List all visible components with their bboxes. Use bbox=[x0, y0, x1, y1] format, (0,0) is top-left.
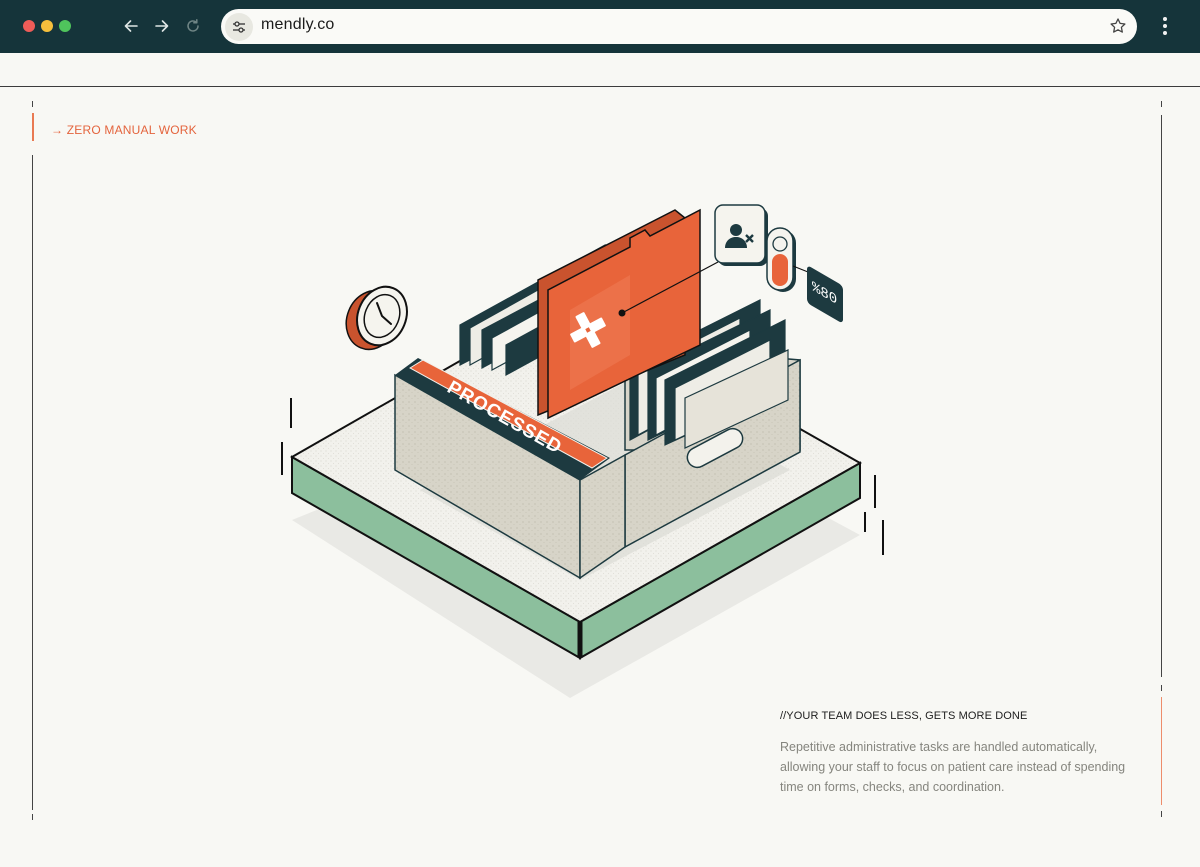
frame-left-tick-top bbox=[32, 101, 33, 107]
browser-toolbar: mendly.co bbox=[0, 0, 1200, 53]
reload-button[interactable] bbox=[181, 14, 205, 38]
arrow-right-icon bbox=[155, 20, 169, 32]
frame-left-tick-bottom bbox=[32, 814, 33, 820]
tune-icon bbox=[233, 21, 245, 33]
more-vertical-icon bbox=[1163, 17, 1167, 35]
frame-left-line bbox=[32, 155, 33, 810]
section-divider bbox=[0, 86, 1200, 87]
site-settings-button[interactable] bbox=[225, 13, 253, 41]
forward-button[interactable] bbox=[150, 14, 174, 38]
browser-menu-button[interactable] bbox=[1155, 14, 1175, 38]
tag-accent-bar bbox=[32, 113, 34, 141]
frame-right-line bbox=[1161, 115, 1162, 677]
percent-badge: %80 bbox=[807, 266, 843, 323]
section-body-text: Repetitive administrative tasks are hand… bbox=[780, 740, 1126, 794]
frame-right-tick-mid bbox=[1161, 685, 1162, 691]
frame-right-tick-top bbox=[1161, 101, 1162, 107]
back-button[interactable] bbox=[119, 14, 143, 38]
maximize-window-button[interactable] bbox=[59, 20, 71, 32]
address-bar[interactable]: mendly.co bbox=[221, 9, 1137, 44]
close-window-button[interactable] bbox=[23, 20, 35, 32]
frame-right-accent bbox=[1161, 697, 1162, 805]
arrow-left-icon bbox=[124, 20, 138, 32]
star-icon[interactable] bbox=[1109, 17, 1127, 35]
user-card bbox=[714, 204, 768, 266]
clock-icon bbox=[345, 285, 408, 351]
frame-right-tick-bottom bbox=[1161, 811, 1162, 817]
section-subheading: //YOUR TEAM DOES LESS, GETS MORE DONE bbox=[780, 710, 1028, 722]
minimize-window-button[interactable] bbox=[41, 20, 53, 32]
url-text[interactable]: mendly.co bbox=[261, 16, 335, 34]
filing-drawer-illustration: PROCESSED %80 bbox=[281, 204, 884, 698]
section-tag: → ZERO MANUAL WORK bbox=[51, 123, 197, 137]
reload-icon bbox=[187, 19, 199, 32]
toggle-switch bbox=[766, 227, 796, 292]
